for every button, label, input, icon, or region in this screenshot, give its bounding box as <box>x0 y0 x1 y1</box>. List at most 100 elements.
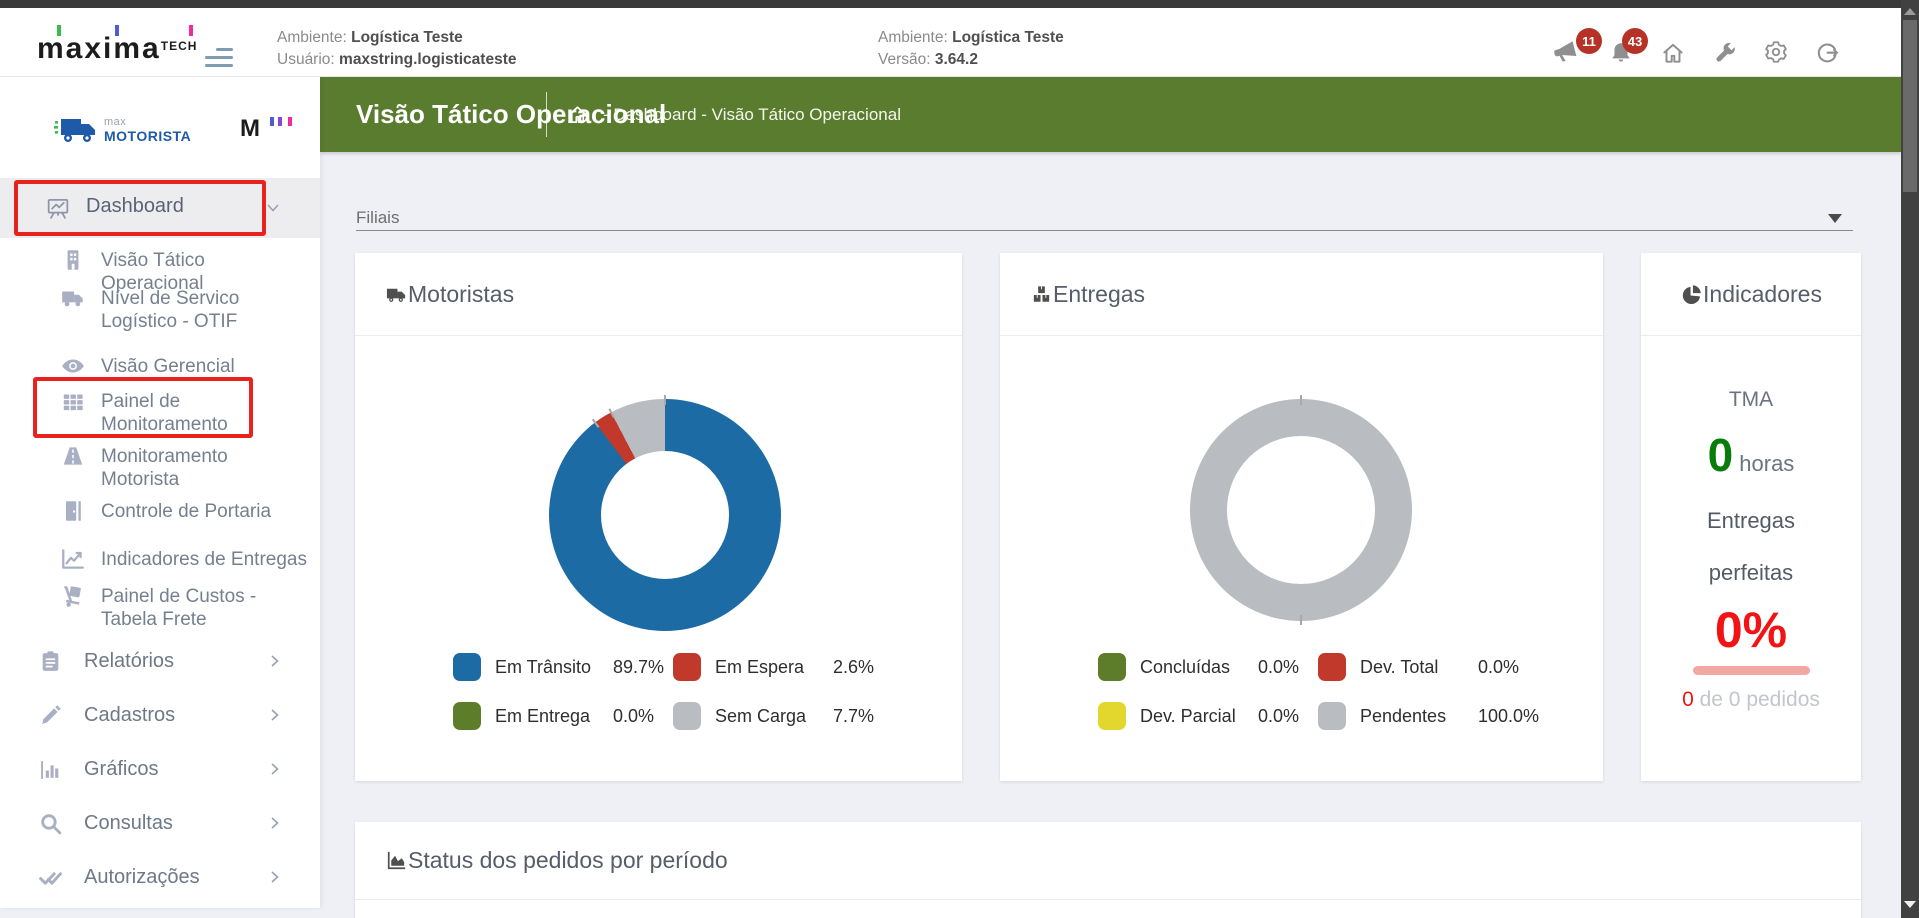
page-header: Visão Tático Operacional - Dashboard - V… <box>320 77 1901 152</box>
scrollbar-thumb[interactable] <box>1903 20 1917 192</box>
entregas-card: Entregas Concluídas0.0% Dev. Total0.0% D… <box>1000 253 1603 781</box>
filiais-select-underline[interactable] <box>356 230 1853 231</box>
brand-text: max MOTORISTA <box>104 115 191 144</box>
chevron-right-icon <box>270 762 280 776</box>
donut-hole <box>1227 436 1375 584</box>
environment-version-block: Ambiente: Logística Teste Versão: 3.64.2 <box>878 27 1064 71</box>
logo-tick-green <box>57 25 61 36</box>
sidebar-item-label: Relatórios <box>84 650 174 673</box>
sidebar-item-label: Consultas <box>84 812 173 835</box>
announcements-badge[interactable]: 11 <box>1576 28 1602 54</box>
sidebar-item-controle-de-portaria[interactable]: Controle de Portaria <box>60 500 310 524</box>
boxes-icon <box>1030 283 1053 306</box>
legend-swatch <box>453 653 481 681</box>
sidebar-item-label: Controle de Portaria <box>101 501 271 522</box>
entregas-legend: Concluídas0.0% Dev. Total0.0% Dev. Parci… <box>1098 653 1539 730</box>
filiais-select-label: Filiais <box>356 208 399 228</box>
legend-item: Em Entrega0.0% <box>453 702 673 730</box>
entregas-card-header: Entregas <box>1000 253 1603 336</box>
sidebar-item-visao-gerencial[interactable]: Visão Gerencial <box>60 355 310 379</box>
sidebar-item-indicadores-de-entregas[interactable]: Indicadores de Entregas <box>60 548 310 572</box>
breadcrumb: - Dashboard - Visão Tático Operacional <box>603 105 901 125</box>
environment-user-block: Ambiente: Logística Teste Usuário: maxst… <box>277 27 516 71</box>
indicadores-card: Indicadores TMA 0horas Entregas perfeita… <box>1641 253 1861 781</box>
scrollbar-up-arrow[interactable] <box>1904 8 1916 15</box>
chevron-right-icon <box>270 816 280 830</box>
notifications-badge[interactable]: 43 <box>1622 28 1648 54</box>
sidebar-item-graficos[interactable]: Gráficos <box>38 757 298 782</box>
top-strip <box>0 0 1919 8</box>
grid-icon <box>60 388 86 414</box>
tma-value-row: 0horas <box>1641 428 1861 482</box>
sidebar-item-painel-de-custos[interactable]: Painel de Custos -Tabela Frete <box>60 585 310 631</box>
tma-label: TMA <box>1641 388 1861 412</box>
logo-tick-blue <box>115 25 119 36</box>
motoristas-donut-chart[interactable] <box>549 399 781 631</box>
version-value: 3.64.2 <box>935 51 978 68</box>
menu-toggle-icon[interactable] <box>205 48 233 68</box>
sidebar-item-painel-de-monitoramento[interactable]: Painel deMonitoramento <box>60 390 310 436</box>
scrollbar-down-arrow[interactable] <box>1904 901 1916 908</box>
motoristas-card-header: Motoristas <box>355 253 962 336</box>
sidebar-item-label: Gráficos <box>84 758 158 781</box>
legend-item: Concluídas0.0% <box>1098 653 1318 681</box>
eye-icon <box>60 353 86 379</box>
sidebar-item-nivel-de-servico-otif[interactable]: Nível de ServicoLogístico - OTIF <box>60 287 310 333</box>
chevron-down-icon <box>266 203 280 213</box>
entregas-donut-chart[interactable] <box>1190 399 1412 621</box>
status-pedidos-card-header: Status dos pedidos por período <box>355 822 1861 900</box>
legend-item: Dev. Parcial0.0% <box>1098 702 1318 730</box>
logo-sub-text: TECH <box>161 39 198 53</box>
perfect-deliveries-progress-bar <box>1693 666 1810 675</box>
home-icon[interactable] <box>1660 40 1686 66</box>
sidebar-item-relatorios[interactable]: Relatórios <box>38 649 298 674</box>
sidebar-item-monitoramento-motorista[interactable]: MonitoramentoMotorista <box>60 445 310 491</box>
mini-logo-tick <box>278 117 282 126</box>
env-value: Logística Teste <box>952 29 1064 46</box>
indicadores-card-header: Indicadores <box>1641 253 1861 336</box>
orders-count: 0 de 0 pedidos <box>1641 688 1861 712</box>
sidebar-item-label: Painel de Custos - <box>101 586 256 607</box>
sidebar-item-consultas[interactable]: Consultas <box>38 811 298 836</box>
logout-icon[interactable] <box>1814 40 1840 66</box>
tma-value: 0 <box>1708 429 1734 481</box>
card-title: Motoristas <box>408 281 514 308</box>
legend-item: Em Trânsito89.7% <box>453 653 673 681</box>
donut-hole <box>601 451 729 579</box>
line-chart-icon <box>60 546 86 572</box>
perfect-deliveries-percent: 0% <box>1641 608 1861 652</box>
user-value: maxstring.logisticateste <box>339 51 516 68</box>
breadcrumb-home-icon[interactable] <box>566 103 589 126</box>
logo-text: maxima <box>37 32 161 65</box>
sidebar-item-dashboard[interactable]: Dashboard <box>0 178 320 238</box>
donut-tick-mark <box>664 395 666 405</box>
version-label: Versão: <box>878 51 935 68</box>
double-check-icon <box>38 865 63 890</box>
settings-gear-icon[interactable] <box>1763 39 1789 65</box>
legend-swatch <box>1098 653 1126 681</box>
sidebar-item-autorizacoes[interactable]: Autorizações <box>38 865 298 890</box>
max-motorista-brand: max MOTORISTA M <box>0 107 320 157</box>
announcements-icon[interactable] <box>1552 38 1578 64</box>
sidebar-item-label: Nível de Servico <box>101 288 239 309</box>
search-icon <box>38 811 63 836</box>
mini-logo-tick <box>288 117 292 126</box>
road-icon <box>60 443 86 469</box>
user-label: Usuário: <box>277 51 339 68</box>
logo-tick-pink <box>189 25 193 36</box>
sidebar: max MOTORISTA M Dashboard Visão Tático O… <box>0 77 320 908</box>
tools-wrench-icon[interactable] <box>1712 40 1738 66</box>
truck-logo-icon <box>54 113 100 147</box>
sidebar-item-cadastros[interactable]: Cadastros <box>38 703 298 728</box>
main-content: Visão Tático Operacional - Dashboard - V… <box>320 77 1901 908</box>
clipboard-icon <box>38 649 63 674</box>
card-title: Status dos pedidos por período <box>408 847 728 874</box>
vertical-scrollbar[interactable] <box>1901 0 1919 918</box>
card-title: Entregas <box>1053 281 1145 308</box>
env-value: Logística Teste <box>351 29 463 46</box>
mini-logo-tick <box>270 117 274 126</box>
hand-truck-icon <box>60 583 86 609</box>
chevron-right-icon <box>270 654 280 668</box>
filiais-dropdown-arrow-icon[interactable] <box>1828 214 1842 223</box>
brand-small-label: max <box>104 115 191 129</box>
